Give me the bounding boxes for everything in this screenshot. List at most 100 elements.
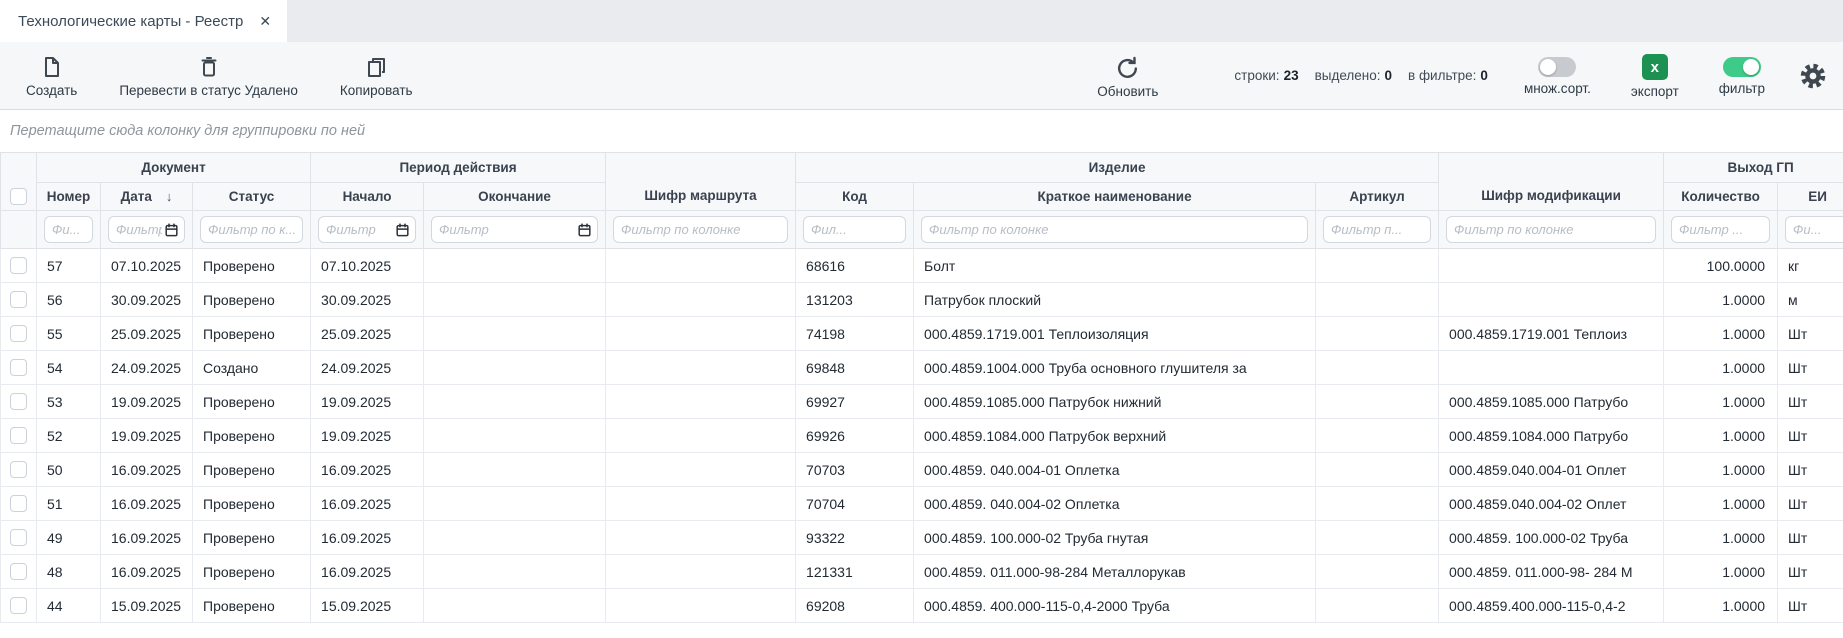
cell-naimenovanie[interactable]: 000.4859. 011.000-98-284 Металлорукав — [914, 555, 1316, 589]
cell-nomer[interactable]: 49 — [37, 521, 101, 555]
cell-kolichestvo[interactable]: 1.0000 — [1664, 453, 1778, 487]
cell-artikul[interactable] — [1316, 385, 1439, 419]
cell-data[interactable]: 24.09.2025 — [101, 351, 193, 385]
header-cell-data[interactable]: Дата↓ — [101, 183, 193, 211]
cell-naimenovanie[interactable]: 000.4859.1719.001 Теплоизоляция — [914, 317, 1316, 351]
cell-kod[interactable]: 69927 — [796, 385, 914, 419]
cell-artikul[interactable] — [1316, 283, 1439, 317]
column-filter-input-okonchanie[interactable] — [431, 216, 598, 243]
cell-kolichestvo[interactable]: 1.0000 — [1664, 487, 1778, 521]
cell-ei[interactable]: Шт — [1778, 487, 1843, 521]
column-filter-input-ei[interactable] — [1785, 216, 1843, 243]
cell-okonchanie[interactable] — [424, 351, 606, 385]
cell-kolichestvo[interactable]: 1.0000 — [1664, 589, 1778, 623]
filter-toggle[interactable]: фильтр — [1719, 55, 1765, 96]
cell-shifr-marshruta[interactable] — [606, 249, 796, 283]
header-cell-status[interactable]: Статус — [193, 183, 311, 211]
refresh-button[interactable]: Обновить — [1097, 53, 1158, 99]
row-checkbox[interactable] — [10, 427, 27, 444]
cell-shifr-modifikacii[interactable] — [1439, 249, 1664, 283]
cell-kolichestvo[interactable]: 1.0000 — [1664, 555, 1778, 589]
cell-status[interactable]: Проверено — [193, 249, 311, 283]
cell-okonchanie[interactable] — [424, 283, 606, 317]
row-checkbox[interactable] — [10, 563, 27, 580]
cell-shifr-modifikacii[interactable]: 000.4859. 011.000-98- 284 М — [1439, 555, 1664, 589]
create-button[interactable]: Создать — [26, 53, 77, 98]
cell-status[interactable]: Проверено — [193, 555, 311, 589]
cell-artikul[interactable] — [1316, 419, 1439, 453]
cell-artikul[interactable] — [1316, 589, 1439, 623]
column-filter-input-shifr-marshruta[interactable] — [613, 216, 788, 243]
cell-artikul[interactable] — [1316, 249, 1439, 283]
cell-shifr-modifikacii[interactable]: 000.4859.1085.000 Патрубо — [1439, 385, 1664, 419]
cell-data[interactable]: 07.10.2025 — [101, 249, 193, 283]
cell-kod[interactable]: 68616 — [796, 249, 914, 283]
column-filter-input-shifr-modifikacii[interactable] — [1446, 216, 1656, 243]
column-filter-input-kod[interactable] — [803, 216, 906, 243]
cell-nachalo[interactable]: 16.09.2025 — [311, 555, 424, 589]
cell-naimenovanie[interactable]: 000.4859. 100.000-02 Труба гнутая — [914, 521, 1316, 555]
table-row[interactable]: 5219.09.2025Проверено19.09.202569926000.… — [1, 419, 1843, 453]
calendar-icon[interactable] — [164, 222, 179, 237]
calendar-icon[interactable] — [577, 222, 592, 237]
tab-close-icon[interactable]: ✕ — [259, 13, 271, 30]
filter-toggle-switch[interactable] — [1723, 57, 1761, 77]
cell-artikul[interactable] — [1316, 521, 1439, 555]
table-row[interactable]: 5630.09.2025Проверено30.09.2025131203Пат… — [1, 283, 1843, 317]
cell-status[interactable]: Проверено — [193, 487, 311, 521]
table-row[interactable]: 5319.09.2025Проверено19.09.202569927000.… — [1, 385, 1843, 419]
row-checkbox[interactable] — [10, 393, 27, 410]
row-checkbox[interactable] — [10, 257, 27, 274]
cell-data[interactable]: 30.09.2025 — [101, 283, 193, 317]
cell-naimenovanie[interactable]: Болт — [914, 249, 1316, 283]
cell-nomer[interactable]: 54 — [37, 351, 101, 385]
cell-shifr-marshruta[interactable] — [606, 283, 796, 317]
table-row[interactable]: 5116.09.2025Проверено16.09.202570704000.… — [1, 487, 1843, 521]
header-cell-nomer[interactable]: Номер — [37, 183, 101, 211]
cell-okonchanie[interactable] — [424, 249, 606, 283]
cell-artikul[interactable] — [1316, 555, 1439, 589]
settings-gear-button[interactable] — [1799, 62, 1827, 90]
cell-status[interactable]: Проверено — [193, 385, 311, 419]
cell-data[interactable]: 19.09.2025 — [101, 385, 193, 419]
cell-shifr-modifikacii[interactable] — [1439, 283, 1664, 317]
header-cell-artikul[interactable]: Артикул — [1316, 183, 1439, 211]
cell-nachalo[interactable]: 24.09.2025 — [311, 351, 424, 385]
row-checkbox[interactable] — [10, 597, 27, 614]
cell-okonchanie[interactable] — [424, 487, 606, 521]
cell-artikul[interactable] — [1316, 487, 1439, 521]
tab-tech-cards-registry[interactable]: Технологические карты - Реестр ✕ — [0, 0, 287, 42]
cell-status[interactable]: Проверено — [193, 419, 311, 453]
column-filter-input-naimenovanie[interactable] — [921, 216, 1308, 243]
cell-naimenovanie[interactable]: 000.4859. 040.004-02 Оплетка — [914, 487, 1316, 521]
column-filter-input-status[interactable] — [200, 216, 303, 243]
cell-ei[interactable]: Шт — [1778, 555, 1843, 589]
cell-nachalo[interactable]: 19.09.2025 — [311, 419, 424, 453]
table-row[interactable]: 5525.09.2025Проверено25.09.202574198000.… — [1, 317, 1843, 351]
cell-status[interactable]: Проверено — [193, 317, 311, 351]
cell-kolichestvo[interactable]: 1.0000 — [1664, 385, 1778, 419]
cell-okonchanie[interactable] — [424, 317, 606, 351]
cell-naimenovanie[interactable]: 000.4859. 040.004-01 Оплетка — [914, 453, 1316, 487]
cell-okonchanie[interactable] — [424, 453, 606, 487]
column-filter-input-kolichestvo[interactable] — [1671, 216, 1770, 243]
table-row[interactable]: 5016.09.2025Проверено16.09.202570703000.… — [1, 453, 1843, 487]
cell-okonchanie[interactable] — [424, 555, 606, 589]
cell-naimenovanie[interactable]: 000.4859.1084.000 Патрубок верхний — [914, 419, 1316, 453]
header-cell-shifr-modifikacii[interactable]: Шифр модификации — [1439, 153, 1664, 211]
cell-shifr-marshruta[interactable] — [606, 419, 796, 453]
cell-ei[interactable]: Шт — [1778, 589, 1843, 623]
cell-kod[interactable]: 93322 — [796, 521, 914, 555]
calendar-icon[interactable] — [395, 222, 410, 237]
multisort-toggle-switch[interactable] — [1538, 57, 1576, 77]
cell-data[interactable]: 16.09.2025 — [101, 453, 193, 487]
cell-nachalo[interactable]: 07.10.2025 — [311, 249, 424, 283]
cell-ei[interactable]: Шт — [1778, 385, 1843, 419]
cell-shifr-marshruta[interactable] — [606, 317, 796, 351]
cell-nomer[interactable]: 52 — [37, 419, 101, 453]
cell-data[interactable]: 25.09.2025 — [101, 317, 193, 351]
cell-artikul[interactable] — [1316, 317, 1439, 351]
delete-status-button[interactable]: Перевести в статус Удалено — [119, 53, 298, 98]
header-cell-kod[interactable]: Код — [796, 183, 914, 211]
row-checkbox[interactable] — [10, 495, 27, 512]
